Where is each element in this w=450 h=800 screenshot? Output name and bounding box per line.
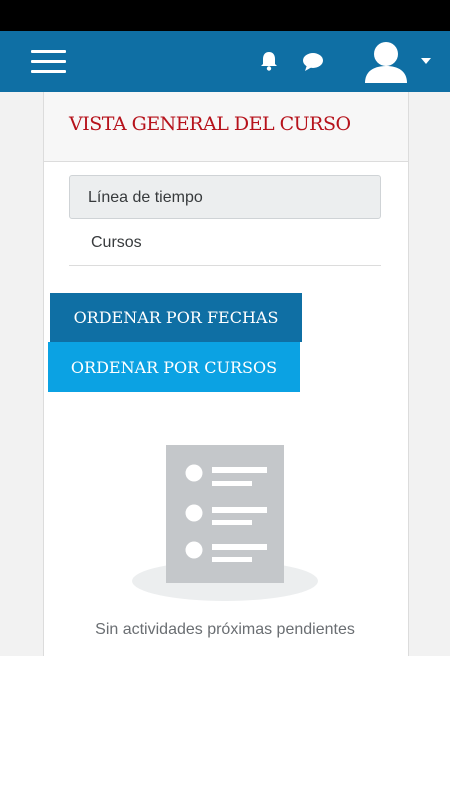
block-header: VISTA GENERAL DEL CURSO	[44, 92, 408, 162]
sort-by-dates-button[interactable]: ORDENAR POR FECHAS	[50, 293, 302, 342]
caret-down-icon[interactable]	[421, 58, 431, 64]
blank-area	[0, 656, 450, 800]
tab-timeline[interactable]: Línea de tiempo	[69, 175, 381, 219]
top-navbar	[0, 31, 450, 92]
chat-bubble-icon[interactable]	[302, 52, 324, 72]
user-avatar-icon[interactable]	[363, 39, 409, 85]
system-status-bar	[0, 0, 450, 31]
tab-courses-label: Cursos	[91, 234, 142, 251]
empty-state-text: Sin actividades próximas pendientes	[95, 621, 355, 638]
hamburger-menu-icon[interactable]	[31, 50, 67, 74]
tab-timeline-label: Línea de tiempo	[88, 189, 203, 206]
empty-list-document-icon	[132, 445, 318, 601]
block-title: VISTA GENERAL DEL CURSO	[69, 113, 351, 135]
tab-courses[interactable]: Cursos	[69, 223, 381, 266]
sort-by-courses-button[interactable]: ORDENAR POR CURSOS	[48, 342, 300, 392]
bell-icon[interactable]	[258, 50, 280, 72]
